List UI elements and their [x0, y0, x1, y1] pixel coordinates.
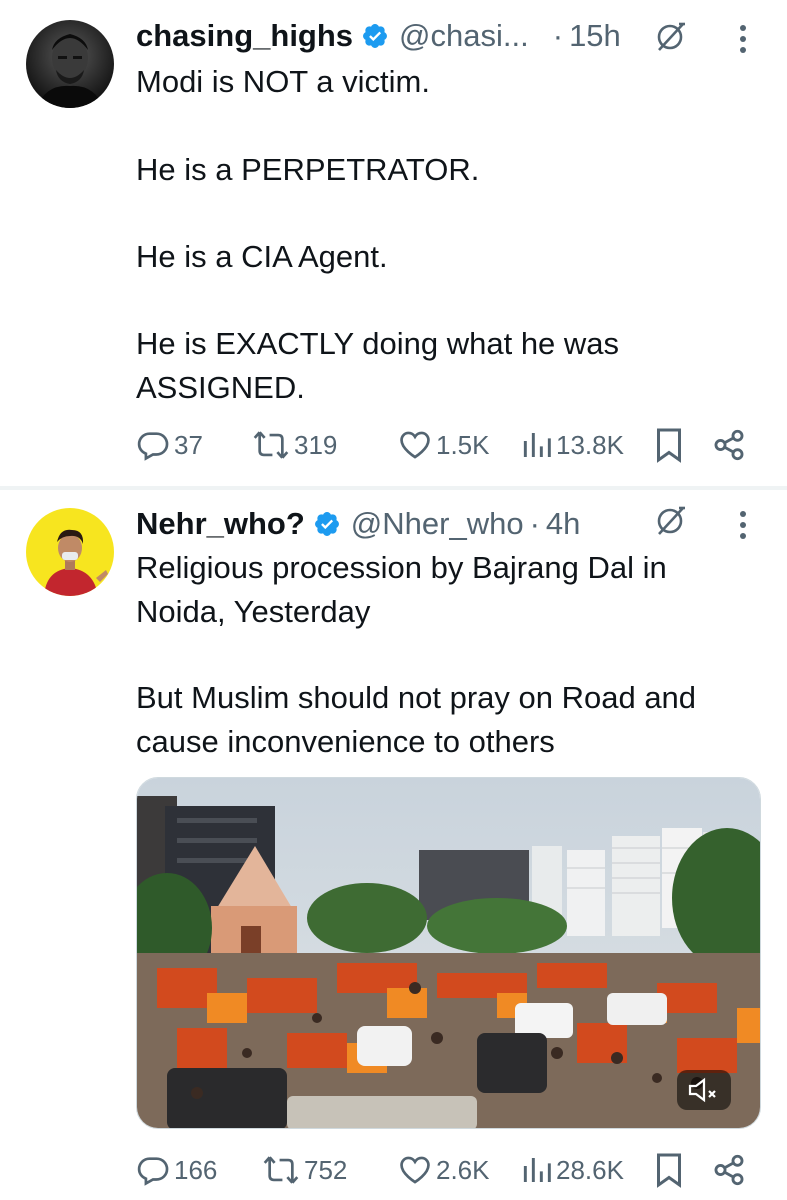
verified-badge-icon — [363, 24, 388, 48]
reply-icon — [137, 432, 169, 461]
display-name[interactable]: chasing_highs — [136, 18, 353, 54]
reply-count: 166 — [174, 1154, 218, 1185]
reply-button[interactable]: 166 — [136, 1150, 217, 1190]
tweet-video[interactable] — [136, 777, 761, 1129]
avatar[interactable] — [26, 20, 114, 108]
views-icon — [523, 433, 551, 457]
grok-icon[interactable] — [653, 20, 687, 54]
display-name[interactable]: Nehr_who? — [136, 506, 305, 542]
timestamp[interactable]: 15h — [569, 18, 621, 54]
bookmark-button[interactable] — [654, 425, 688, 465]
views-button[interactable]: 28.6K — [520, 1150, 624, 1190]
tweet-text-line: cause inconvenience to others — [136, 724, 555, 759]
like-icon — [400, 1156, 430, 1184]
tweet-text-line: He is a PERPETRATOR. — [136, 152, 480, 187]
separator: · — [529, 506, 540, 541]
verified-badge-icon — [314, 512, 339, 536]
views-count: 28.6K — [556, 1154, 624, 1185]
action-bar: 166 752 2.6K 28.6K — [136, 1150, 757, 1190]
tweet[interactable]: chasing_highs @chasi... · 15h Modi is NO… — [0, 0, 787, 487]
like-icon — [400, 431, 430, 459]
tweet-text-line: ASSIGNED. — [136, 370, 305, 405]
avatar[interactable] — [26, 508, 114, 596]
like-count: 1.5K — [436, 429, 490, 460]
handle[interactable]: @Nher_who — [351, 506, 524, 542]
tweet-text-line: Noida, Yesterday — [136, 594, 371, 629]
separator: · — [552, 18, 564, 53]
share-icon — [714, 1154, 744, 1186]
bookmark-icon — [657, 1153, 681, 1188]
views-button[interactable]: 13.8K — [520, 425, 624, 465]
grok-icon[interactable] — [653, 504, 687, 538]
repost-icon — [263, 1156, 299, 1184]
views-icon — [523, 1158, 551, 1182]
reply-count: 37 — [174, 429, 203, 460]
tweet-text-line: But Muslim should not pray on Road and — [136, 680, 697, 715]
mute-button[interactable] — [677, 1070, 731, 1110]
bookmark-icon — [657, 428, 681, 463]
reply-icon — [137, 1157, 169, 1186]
share-button[interactable] — [712, 1150, 750, 1190]
procession-video-frame — [137, 778, 760, 1128]
share-icon — [714, 429, 744, 461]
like-button[interactable]: 2.6K — [398, 1150, 490, 1190]
like-button[interactable]: 1.5K — [398, 425, 490, 465]
repost-icon — [253, 431, 289, 459]
timestamp[interactable]: 4h — [546, 506, 580, 542]
handle[interactable]: @chasi... — [399, 18, 529, 54]
tweet[interactable]: Nehr_who? @Nher_who · 4h Religious proce… — [0, 490, 787, 1200]
mute-icon — [688, 1077, 716, 1103]
action-bar: 37 319 1.5K 13.8K — [136, 425, 757, 465]
repost-button[interactable]: 752 — [262, 1150, 347, 1190]
repost-button[interactable]: 319 — [252, 425, 337, 465]
tweet-text-line: He is a CIA Agent. — [136, 239, 388, 274]
more-icon[interactable] — [738, 24, 748, 54]
like-count: 2.6K — [436, 1154, 490, 1185]
views-count: 13.8K — [556, 429, 624, 460]
reply-button[interactable]: 37 — [136, 425, 203, 465]
repost-count: 752 — [304, 1154, 348, 1185]
repost-count: 319 — [294, 429, 338, 460]
tweet-text-line: He is EXACTLY doing what he was — [136, 326, 620, 361]
more-icon[interactable] — [738, 510, 748, 540]
tweet-text-line: Religious procession by Bajrang Dal in — [136, 550, 667, 585]
share-button[interactable] — [712, 425, 750, 465]
bookmark-button[interactable] — [654, 1150, 688, 1190]
tweet-text-line: Modi is NOT a victim. — [136, 64, 430, 99]
